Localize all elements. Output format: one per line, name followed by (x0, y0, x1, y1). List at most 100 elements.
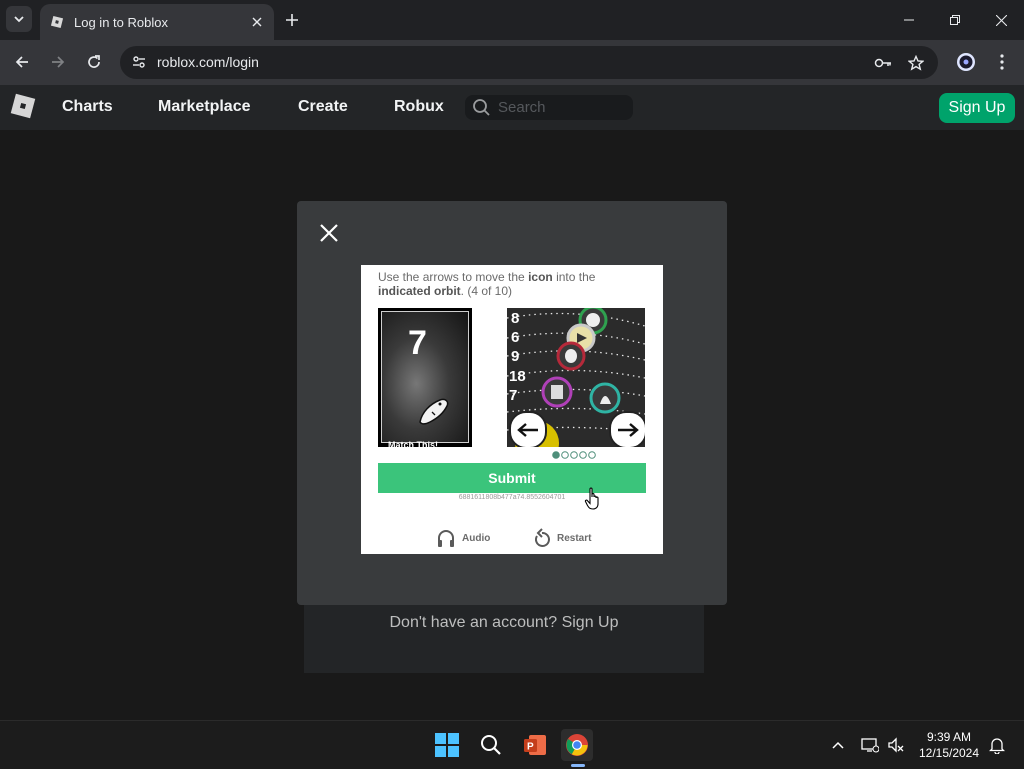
arrow-left-icon (15, 56, 28, 68)
tab-search-button[interactable] (6, 6, 32, 32)
reference-label: Match This! (388, 440, 439, 450)
captcha-reference-image: 7 Match This! (378, 308, 472, 450)
search-input[interactable]: Search (465, 95, 633, 120)
captcha-modal: Use the arrows to move the icon into the… (297, 201, 727, 605)
new-tab-button[interactable] (280, 8, 304, 32)
powerpoint-app-button[interactable]: P (519, 729, 551, 761)
url-text: roblox.com/login (157, 54, 259, 70)
minimize-icon (904, 19, 914, 21)
roblox-logo-icon[interactable] (10, 93, 36, 119)
arrow-left-button[interactable] (509, 411, 547, 447)
hand-cursor-icon (584, 487, 599, 510)
reload-icon (88, 55, 100, 68)
show-hidden-icons-button[interactable] (826, 733, 850, 757)
address-bar[interactable]: roblox.com/login (120, 46, 938, 79)
star-icon (908, 55, 924, 71)
orbit-number: 9 (511, 348, 519, 365)
audio-button[interactable]: Audio (436, 528, 490, 548)
windows-logo-icon (435, 733, 459, 757)
orbit-number: 18 (509, 368, 526, 385)
bookmark-button[interactable] (905, 52, 927, 74)
tab-title: Log in to Roblox (74, 14, 168, 30)
nav-robux[interactable]: Robux (394, 98, 444, 116)
windows-taskbar: P 9:39 AM 12/15/2024 (0, 720, 1024, 769)
more-vertical-icon (1000, 54, 1004, 70)
audio-label: Audio (462, 532, 491, 544)
browser-tab-active[interactable]: Log in to Roblox (40, 4, 274, 40)
restore-icon (950, 15, 960, 25)
chrome-app-button[interactable] (561, 729, 593, 761)
submit-button[interactable]: Submit (378, 463, 646, 493)
orbit-number: 8 (511, 310, 519, 327)
arrow-right-button[interactable] (609, 411, 645, 447)
svg-text:P: P (527, 742, 534, 753)
restart-icon (535, 528, 550, 547)
search-icon (473, 99, 490, 116)
volume-muted-icon (888, 737, 904, 753)
roblox-header: Charts Marketplace Create Robux Search S… (0, 85, 1024, 130)
restore-button[interactable] (932, 0, 978, 40)
page-dot (552, 451, 560, 459)
signup-button[interactable]: Sign Up (939, 93, 1015, 123)
headphones-icon (438, 530, 454, 547)
back-button[interactable] (8, 48, 36, 76)
orbit-number: 6 (511, 329, 519, 346)
site-info-button[interactable] (128, 51, 150, 73)
plus-icon (286, 14, 298, 26)
arrow-right-icon (52, 56, 65, 68)
taskbar-search-button[interactable] (475, 729, 507, 761)
roblox-favicon-icon (50, 15, 64, 29)
network-button[interactable] (858, 733, 882, 757)
restart-label: Restart (557, 532, 592, 544)
clock-time: 9:39 AM (926, 730, 972, 744)
seal-icon (419, 398, 449, 425)
forward-button[interactable] (44, 48, 72, 76)
system-clock[interactable]: 9:39 AM 12/15/2024 (914, 729, 984, 761)
window-close-button[interactable] (978, 0, 1024, 40)
key-icon (874, 58, 891, 68)
minimize-button[interactable] (886, 0, 932, 40)
start-button[interactable] (431, 729, 463, 761)
orbit-number: 7 (509, 387, 517, 404)
captcha-instruction: Use the arrows to move the icon into the… (378, 270, 596, 298)
volume-button[interactable] (884, 733, 908, 757)
browser-tabstrip: Log in to Roblox (0, 0, 1024, 40)
network-icon (861, 738, 879, 753)
login-card: Don't have an account? Sign Up (304, 596, 704, 673)
captcha-challenge: Use the arrows to move the icon into the… (361, 265, 663, 554)
active-app-indicator (571, 764, 585, 767)
tab-close-button[interactable] (246, 11, 268, 33)
chevron-down-icon (14, 16, 24, 23)
browser-toolbar: roblox.com/login (0, 40, 1024, 85)
reload-button[interactable] (80, 48, 108, 76)
captcha-orbit-image: 8 6 9 18 7 (507, 308, 645, 447)
nav-charts[interactable]: Charts (62, 98, 113, 116)
password-key-button[interactable] (872, 52, 894, 74)
page-dot (561, 451, 569, 459)
profile-button[interactable] (952, 48, 980, 76)
arrow-left-icon (517, 423, 538, 437)
tune-icon (133, 56, 145, 68)
reference-number: 7 (408, 324, 427, 362)
notifications-button[interactable] (985, 733, 1009, 757)
arrow-right-icon (618, 423, 639, 437)
close-icon (252, 17, 262, 27)
signup-prompt-link[interactable]: Don't have an account? Sign Up (304, 614, 704, 632)
browser-menu-button[interactable] (988, 48, 1016, 76)
avatar-icon (957, 53, 975, 71)
nav-create[interactable]: Create (298, 98, 348, 116)
session-id: 6881611808b477a74.8552604701 (458, 494, 566, 501)
chevron-up-icon (832, 741, 844, 749)
close-icon (995, 14, 1007, 26)
bell-icon (989, 738, 1005, 754)
page-dot (579, 451, 587, 459)
search-placeholder: Search (498, 99, 546, 116)
chrome-icon (566, 734, 588, 756)
search-icon (481, 735, 501, 755)
powerpoint-icon: P (524, 735, 546, 755)
page-dot (588, 451, 596, 459)
page-indicator (552, 451, 596, 459)
nav-marketplace[interactable]: Marketplace (158, 98, 251, 116)
restart-button[interactable]: Restart (533, 528, 591, 548)
close-icon[interactable] (317, 221, 341, 245)
